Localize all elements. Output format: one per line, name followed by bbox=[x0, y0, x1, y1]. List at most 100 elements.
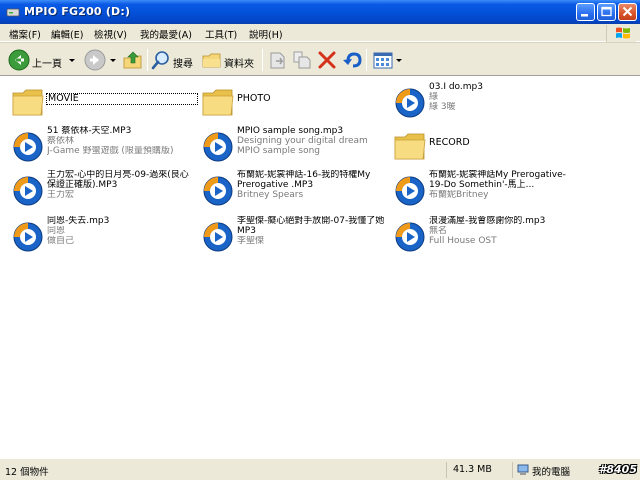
list-item[interactable]: 王力宏-心中的日月亮-09-過來(良心保證正確版).MP3 王力宏 bbox=[10, 170, 200, 214]
file-name: MPIO sample song.mp3 bbox=[237, 126, 344, 136]
media-player-icon bbox=[13, 222, 43, 252]
file-name: 浪漫滿屋-我會感謝你的.mp3 bbox=[429, 216, 546, 226]
media-player-icon bbox=[395, 88, 425, 118]
file-album: J-Game 野蠻遊戲 (限量預購版) bbox=[47, 146, 174, 156]
search-label: 搜尋 bbox=[173, 59, 193, 70]
file-name: 03.I do.mp3 bbox=[429, 82, 483, 92]
folders-button[interactable]: 資料夾 bbox=[201, 47, 259, 73]
file-name: 王力宏-心中的日月亮-09-過來(良心保證正確版).MP3 bbox=[47, 170, 189, 190]
file-name: 同恩-失去.mp3 bbox=[47, 216, 110, 226]
windows-flag-icon bbox=[616, 27, 630, 39]
back-label: 上一頁 bbox=[32, 59, 62, 70]
list-item[interactable]: 同恩-失去.mp3 同恩 做自己 bbox=[10, 216, 200, 260]
views-dropdown-icon[interactable] bbox=[396, 59, 402, 62]
menu-help[interactable]: 說明(H) bbox=[246, 26, 286, 42]
maximize-icon bbox=[601, 6, 612, 17]
file-name: PHOTO bbox=[237, 94, 271, 104]
delete-button[interactable] bbox=[316, 47, 338, 73]
file-name: RECORD bbox=[429, 138, 470, 148]
status-size-cell: 41.3 MB bbox=[446, 462, 512, 478]
toolbar-separator bbox=[262, 49, 263, 71]
menu-file[interactable]: 檔案(F) bbox=[6, 26, 44, 42]
toolbar-separator bbox=[147, 49, 148, 71]
list-item[interactable]: 李聖傑-癡心絕對手放開-07-我懂了她 MP3 李聖傑 bbox=[200, 216, 390, 260]
views-icon bbox=[373, 52, 393, 69]
object-count: 12 個物件 bbox=[5, 467, 49, 478]
folder-icon bbox=[12, 89, 44, 116]
delete-icon bbox=[318, 51, 336, 69]
up-folder-button[interactable] bbox=[122, 47, 146, 73]
close-button[interactable] bbox=[618, 3, 637, 21]
back-dropdown-icon[interactable] bbox=[69, 59, 75, 62]
media-player-icon bbox=[203, 222, 233, 252]
file-name: 布蘭妮-妮裳神話-16-我的特權My Prerogative .MP3 bbox=[237, 170, 371, 190]
file-artist: Britney Spears bbox=[237, 190, 304, 200]
file-artist: 李聖傑 bbox=[237, 236, 265, 246]
views-button[interactable] bbox=[372, 47, 402, 73]
file-artist: 綠 bbox=[429, 92, 439, 102]
file-album: MPIO sample song bbox=[237, 146, 320, 156]
windows-logo bbox=[606, 25, 636, 42]
close-icon bbox=[622, 6, 633, 17]
menu-favorites[interactable]: 我的最愛(A) bbox=[137, 26, 195, 42]
move-to-icon bbox=[270, 52, 285, 69]
copy-to-icon bbox=[293, 51, 311, 69]
window-title: MPIO FG200 (D:) bbox=[24, 5, 131, 18]
list-item[interactable]: 布蘭妮-妮裳神話-16-我的特權My Prerogative .MP3 Brit… bbox=[200, 170, 390, 214]
up-folder-icon bbox=[123, 51, 142, 69]
menu-edit[interactable]: 編輯(E) bbox=[48, 26, 86, 42]
forward-arrow-icon bbox=[84, 49, 106, 71]
folders-icon bbox=[202, 53, 221, 68]
media-player-icon bbox=[203, 132, 233, 162]
undo-button[interactable] bbox=[341, 47, 363, 73]
file-album: Full House OST bbox=[429, 236, 497, 246]
list-item[interactable]: 51 蔡依林-天空.MP3 蔡依林 J-Game 野蠻遊戲 (限量預購版) bbox=[10, 126, 200, 170]
folder-icon bbox=[202, 89, 234, 116]
file-name: 51 蔡依林-天空.MP3 bbox=[47, 126, 132, 136]
file-name: 李聖傑-癡心絕對手放開-07-我懂了她 MP3 bbox=[237, 216, 385, 236]
folders-label: 資料夾 bbox=[224, 59, 254, 70]
toolbar: 上一頁 搜尋 資料夾 bbox=[0, 42, 640, 76]
list-item[interactable]: RECORD bbox=[392, 126, 582, 170]
search-icon bbox=[151, 51, 169, 70]
undo-icon bbox=[343, 52, 362, 68]
move-to-button[interactable] bbox=[267, 47, 289, 73]
media-player-icon bbox=[13, 176, 43, 206]
file-album: 綠 3暖 bbox=[429, 102, 456, 112]
status-bar: 12 個物件 41.3 MB 我的電腦 #8405 bbox=[0, 458, 640, 480]
list-item[interactable]: 03.I do.mp3 綠 綠 3暖 bbox=[392, 82, 582, 126]
media-player-icon bbox=[203, 176, 233, 206]
minimize-button[interactable] bbox=[576, 3, 595, 21]
file-artist: 同恩 bbox=[47, 226, 66, 236]
title-bar: MPIO FG200 (D:) bbox=[0, 0, 640, 24]
back-button[interactable]: 上一頁 bbox=[8, 47, 78, 73]
file-name: 布蘭妮-妮裳神話My Prerogative-19-Do Somethin'-馬… bbox=[429, 170, 566, 190]
forward-button[interactable] bbox=[84, 47, 118, 73]
minimize-icon bbox=[581, 14, 588, 17]
list-item[interactable]: MOVIE bbox=[10, 82, 200, 126]
file-artist: 無名 bbox=[429, 226, 448, 236]
file-artist: 蔡依林 bbox=[47, 136, 75, 146]
list-item[interactable]: MPIO sample song.mp3 Designing your digi… bbox=[200, 126, 390, 170]
menu-tools[interactable]: 工具(T) bbox=[202, 26, 240, 42]
list-item[interactable]: 布蘭妮-妮裳神話My Prerogative-19-Do Somethin'-馬… bbox=[392, 170, 582, 214]
file-artist: 布蘭妮Britney bbox=[429, 190, 489, 200]
forward-dropdown-icon[interactable] bbox=[110, 59, 116, 62]
file-artist: 王力宏 bbox=[47, 190, 75, 200]
my-computer-icon bbox=[517, 464, 529, 475]
file-artist: Designing your digital dream bbox=[237, 136, 368, 146]
watermark: #8405 bbox=[598, 463, 637, 476]
list-item[interactable]: PHOTO bbox=[200, 82, 390, 126]
folder-icon bbox=[394, 133, 426, 160]
list-item[interactable]: 浪漫滿屋-我會感謝你的.mp3 無名 Full House OST bbox=[392, 216, 582, 260]
back-arrow-icon bbox=[8, 49, 30, 71]
menu-bar: 檔案(F) 編輯(E) 檢視(V) 我的最愛(A) 工具(T) 說明(H) bbox=[0, 24, 640, 42]
maximize-button[interactable] bbox=[597, 3, 616, 21]
menu-view[interactable]: 檢視(V) bbox=[91, 26, 130, 42]
copy-to-button[interactable] bbox=[291, 47, 313, 73]
toolbar-separator bbox=[366, 49, 367, 71]
location-label: 我的電腦 bbox=[532, 467, 571, 478]
file-album: 做自己 bbox=[47, 236, 75, 246]
search-button[interactable]: 搜尋 bbox=[150, 47, 198, 73]
media-player-icon bbox=[13, 132, 43, 162]
